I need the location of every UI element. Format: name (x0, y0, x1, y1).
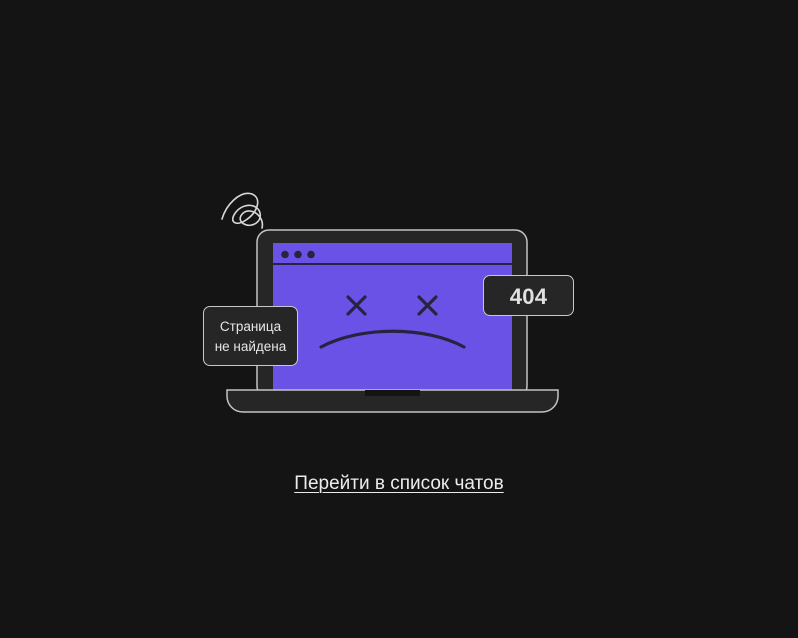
page-not-found-badge: Страница не найдена (203, 306, 298, 366)
scribble-doodle-icon (221, 192, 264, 229)
sad-laptop-icon (221, 192, 559, 413)
back-link-container: Перейти в список чатов (0, 472, 798, 496)
not-found-page: Страница не найдена 404 Перейти в список… (0, 0, 798, 638)
not-found-line2: не найдена (214, 338, 287, 354)
error-code-badge: 404 (483, 275, 574, 316)
laptop-screen (273, 243, 512, 394)
window-dots-icon (281, 250, 315, 259)
not-found-line1: Страница (219, 319, 282, 334)
back-to-chats-link[interactable]: Перейти в список чатов (294, 473, 503, 494)
